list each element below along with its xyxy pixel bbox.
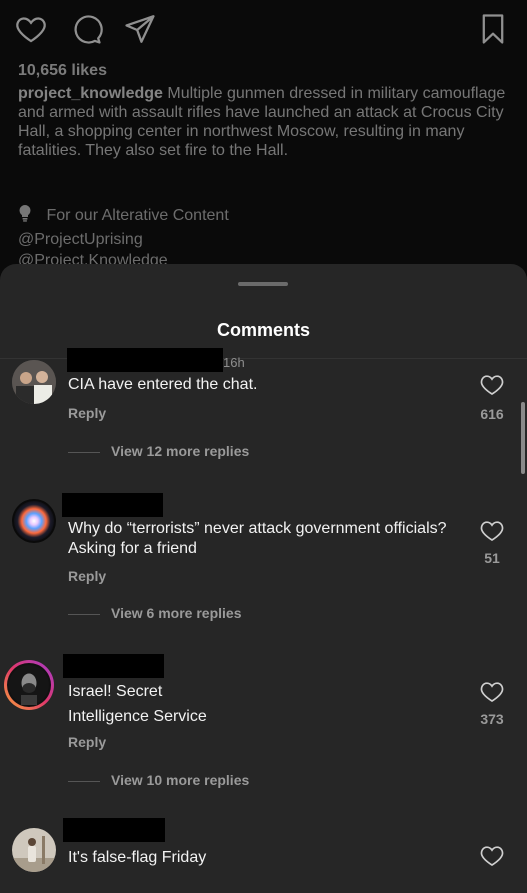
share-icon[interactable]	[123, 12, 157, 46]
post-background: 10,656 likes project_knowledge Multiple …	[0, 0, 527, 300]
comment-like-heart-icon[interactable]	[480, 520, 504, 542]
comment-time: 16h	[223, 355, 245, 370]
comment-icon[interactable]	[69, 12, 103, 46]
comment-text-line: Israel! Secret	[68, 683, 163, 700]
bookmark-icon[interactable]	[476, 12, 510, 46]
comment-text: Israel! Secret Intelligence Service	[68, 680, 468, 729]
comment-text-line: Intelligence Service	[68, 707, 207, 725]
avatar[interactable]	[12, 828, 56, 872]
avatar-story-ring[interactable]	[4, 660, 54, 710]
post-caption: project_knowledge Multiple gunmen dresse…	[18, 84, 508, 160]
comment-text: CIA have entered the chat.	[68, 376, 258, 393]
avatar[interactable]	[12, 360, 56, 404]
avatar[interactable]	[12, 499, 56, 543]
view-replies-label: View 10 more replies	[111, 772, 250, 788]
likes-count[interactable]: 10,656 likes	[18, 62, 107, 80]
sheet-grabber-handle[interactable]	[238, 282, 288, 286]
comment-like-count: 51	[484, 550, 500, 566]
comment-like-heart-icon[interactable]	[480, 374, 504, 396]
redacted-username	[63, 654, 164, 678]
replies-line	[68, 781, 100, 782]
promo-line: For our Alterative Content	[18, 204, 229, 229]
redacted-username	[62, 493, 163, 517]
view-replies-label: View 6 more replies	[111, 605, 242, 621]
reply-button[interactable]: Reply	[68, 734, 106, 750]
caption-username[interactable]: project_knowledge	[18, 85, 163, 102]
sheet-title: Comments	[216, 320, 310, 340]
avatar	[7, 663, 51, 707]
view-replies-label: View 12 more replies	[111, 443, 250, 459]
reply-button[interactable]: Reply	[68, 568, 106, 584]
comment-text: It's false-flag Friday	[68, 849, 207, 866]
comments-sheet: Comments 16h CIA have entered the chat. …	[0, 264, 527, 893]
replies-line	[68, 614, 100, 615]
comment-like-count: 373	[480, 711, 504, 727]
mention-project-uprising[interactable]: @ProjectUprising	[18, 229, 229, 251]
post-actions	[14, 12, 513, 46]
comment-text: Why do “terrorists” never attack governm…	[68, 520, 447, 557]
comment-like-heart-icon[interactable]	[480, 681, 504, 703]
like-heart-icon[interactable]	[14, 12, 48, 46]
reply-button[interactable]: Reply	[68, 405, 106, 421]
redacted-username	[63, 818, 165, 842]
redacted-username	[67, 348, 223, 372]
replies-line	[68, 452, 100, 453]
lightbulb-icon	[18, 204, 38, 229]
comment-like-heart-icon[interactable]	[480, 845, 504, 867]
post-extra: For our Alterative Content @ProjectUpris…	[18, 204, 229, 272]
comment-like-count: 616	[480, 406, 504, 422]
promo-text: For our Alterative Content	[46, 207, 229, 224]
